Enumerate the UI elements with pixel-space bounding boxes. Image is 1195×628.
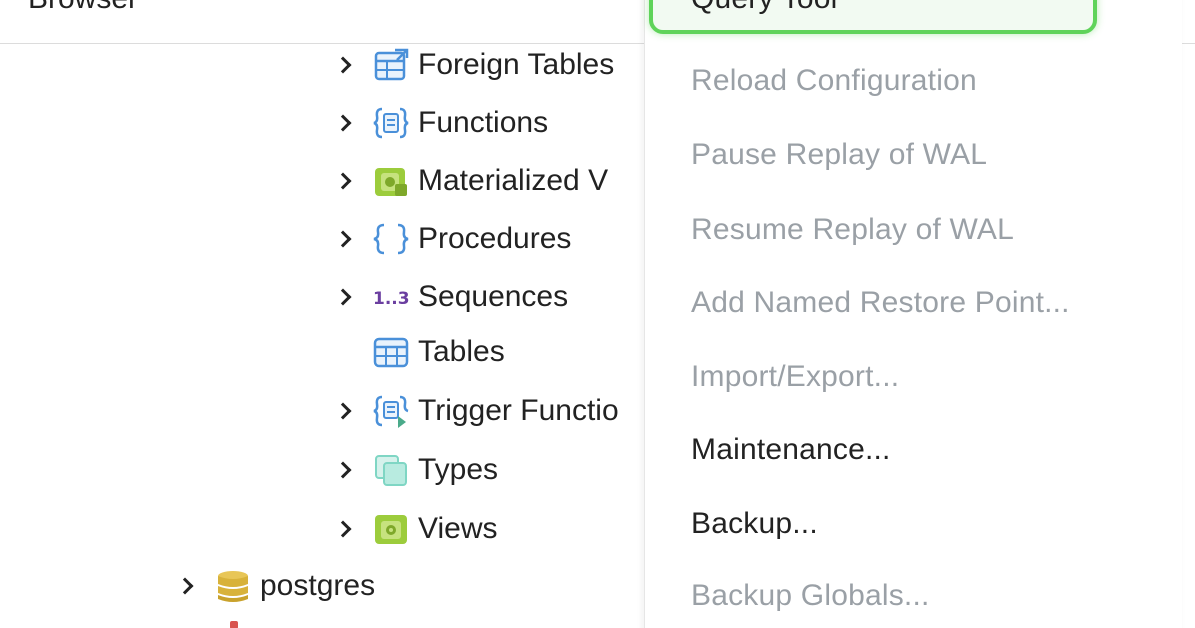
tree-item-label: Tables [418, 335, 505, 368]
tree-item-foreign-tables[interactable]: Foreign Tables [334, 44, 614, 87]
tables-icon [372, 334, 410, 370]
chevron-right-icon[interactable] [334, 113, 354, 133]
foreign-tables-icon [372, 47, 410, 83]
database-icon [214, 568, 252, 604]
tree-item-tables[interactable]: Tables [334, 330, 505, 374]
sequences-icon: 1..3 [372, 279, 410, 315]
menu-item-add-named-restore-point[interactable]: Add Named Restore Point... [691, 286, 1070, 320]
menu-item-backup-globals[interactable]: Backup Globals... [691, 579, 930, 613]
tree-item-trigger-functions[interactable]: Trigger Functio [334, 389, 619, 433]
menu-item-backup[interactable]: Backup... [691, 507, 818, 541]
chevron-right-icon[interactable] [334, 55, 354, 75]
tree-item-functions[interactable]: Functions [334, 101, 548, 145]
chevron-right-icon[interactable] [334, 401, 354, 421]
menu-item-resume-replay-wal[interactable]: Resume Replay of WAL [691, 213, 1014, 247]
types-icon [372, 452, 410, 488]
menu-item-import-export[interactable]: Import/Export... [691, 360, 899, 394]
functions-icon [372, 105, 410, 141]
menu-item-label: Query Tool [691, 0, 838, 16]
tree-item-label: Types [418, 453, 499, 486]
server-status-icon [230, 621, 238, 628]
tree-item-label: Functions [418, 106, 549, 139]
tree-item-label: Materialized V [418, 164, 609, 197]
tree-item-label: Procedures [418, 222, 572, 255]
chevron-right-icon[interactable] [334, 287, 354, 307]
chevron-right-icon[interactable] [334, 229, 354, 249]
menu-item-reload-configuration[interactable]: Reload Configuration [691, 64, 977, 98]
views-icon [372, 511, 410, 547]
tree-item-database-postgres[interactable]: postgres [176, 564, 375, 608]
object-tree: Foreign Tables Functions Materialized V [0, 44, 660, 628]
menu-item-query-tool[interactable]: Query Tool [649, 0, 1097, 34]
tree-item-types[interactable]: Types [334, 448, 498, 492]
menu-item-pause-replay-wal[interactable]: Pause Replay of WAL [691, 138, 987, 172]
chevron-right-icon[interactable] [176, 576, 196, 596]
sequences-icon-text: 1..3 [373, 289, 409, 309]
materialized-views-icon [372, 163, 410, 199]
tree-item-label: Trigger Functio [418, 394, 619, 427]
menu-item-maintenance[interactable]: Maintenance... [691, 433, 891, 467]
context-menu: Query Tool Reload Configuration Pause Re… [644, 0, 1182, 628]
chevron-right-icon[interactable] [334, 460, 354, 480]
tree-item-materialized-views[interactable]: Materialized V [334, 159, 608, 203]
chevron-right-icon[interactable] [334, 519, 354, 539]
tree-item-label: Sequences [418, 280, 569, 313]
tree-item-label: Views [418, 512, 498, 545]
tree-item-label: postgres [260, 569, 376, 602]
tree-item-views[interactable]: Views [334, 507, 497, 551]
tree-item-procedures[interactable]: Procedures [334, 217, 571, 261]
tree-item-label: Foreign Tables [418, 48, 615, 81]
tree-item-sequences[interactable]: 1..3 Sequences [334, 275, 568, 319]
procedures-icon [372, 221, 410, 257]
chevron-right-icon[interactable] [334, 171, 354, 191]
panel-title: Browser [28, 0, 138, 16]
trigger-functions-icon [372, 393, 410, 429]
partial-tree-row [150, 619, 270, 628]
